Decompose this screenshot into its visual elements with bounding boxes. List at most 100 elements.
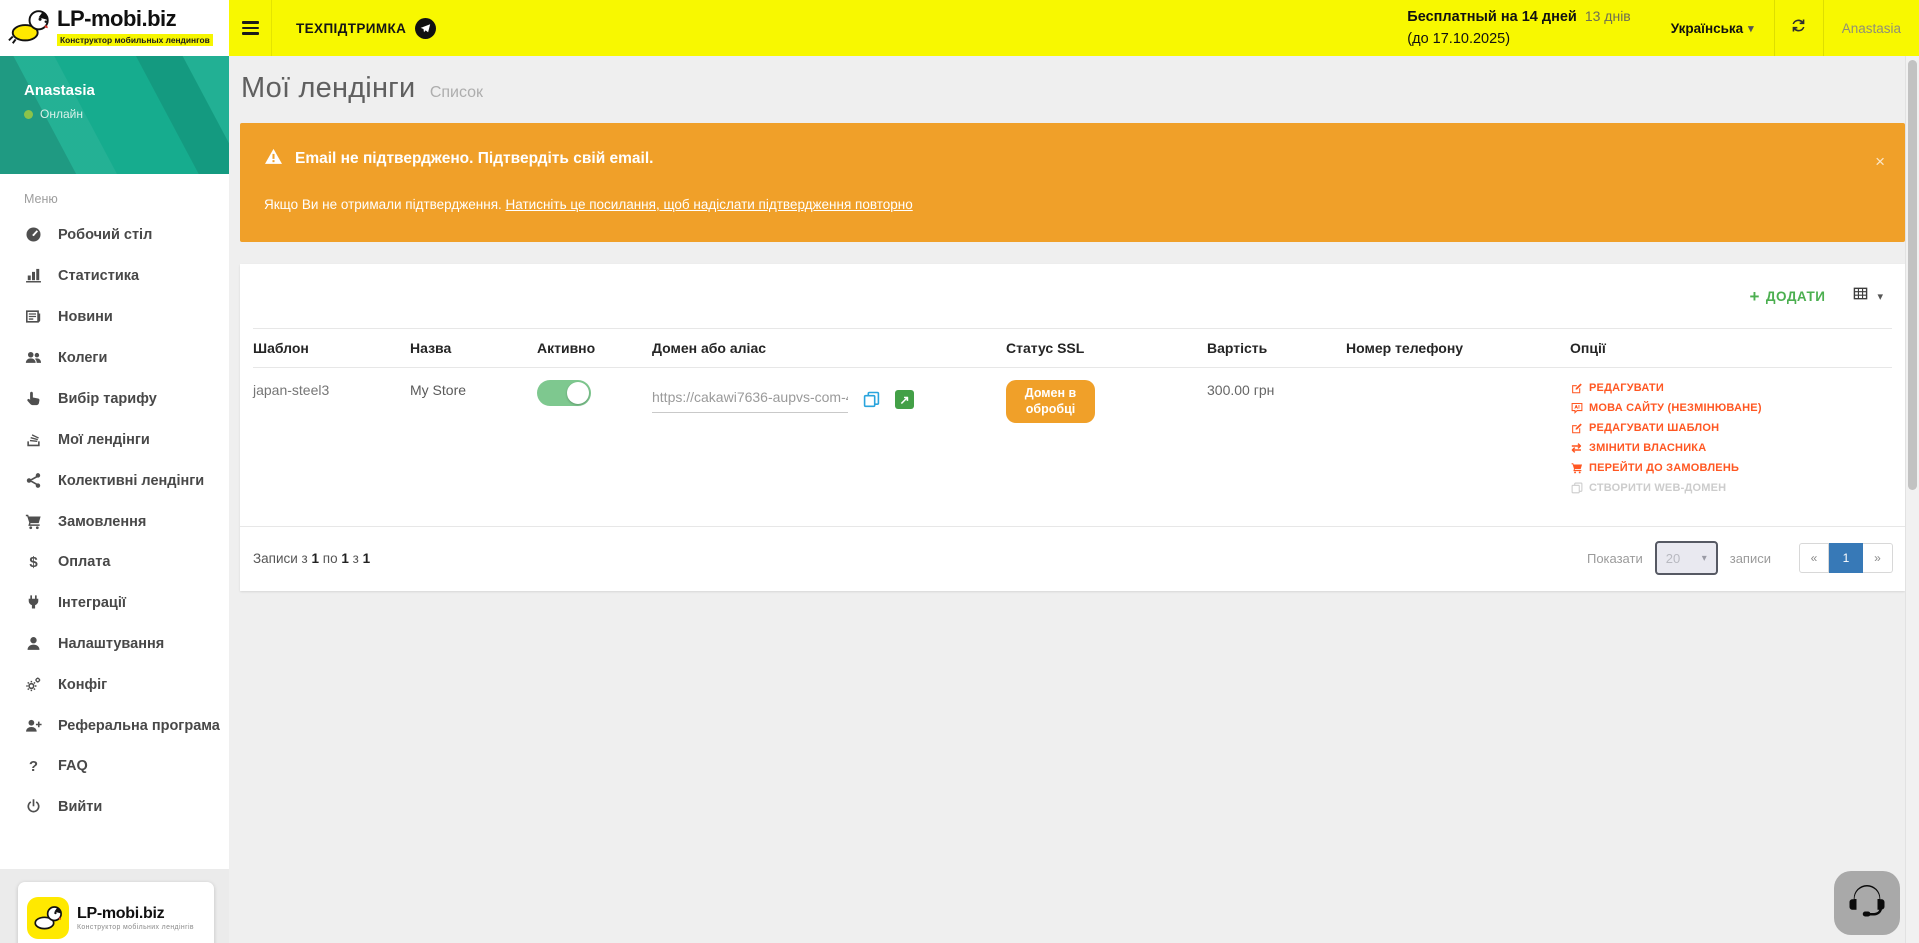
sidebar-item-referral[interactable]: Реферальна програма bbox=[0, 705, 229, 746]
show-label: Показати bbox=[1587, 551, 1643, 566]
columns-dropdown[interactable]: ▾ bbox=[1853, 286, 1883, 306]
topbar: LP-mobi.biz Конструктор мобильных лендин… bbox=[0, 0, 1919, 56]
col-header-phone: Номер телефону bbox=[1346, 340, 1570, 356]
plus-icon: + bbox=[1749, 288, 1759, 305]
prev-page-button[interactable]: « bbox=[1799, 543, 1829, 573]
dog-mascot-icon bbox=[7, 6, 53, 51]
records-label: записи bbox=[1730, 551, 1771, 566]
sidebar-item-settings[interactable]: Налаштування bbox=[0, 623, 229, 664]
sidebar-item-collective-landings[interactable]: Колективні лендінги bbox=[0, 460, 229, 501]
table-footer: Записи з 1 по 1 з 1 Показати 20 ▾ записи… bbox=[240, 526, 1905, 591]
close-icon[interactable]: × bbox=[1875, 153, 1885, 170]
open-site-button[interactable]: ↗ bbox=[895, 390, 914, 409]
sidebar-username: Anastasia bbox=[24, 82, 229, 99]
warning-icon bbox=[264, 148, 283, 170]
option-site-language[interactable]: МОВА САЙТУ (НЕЗМІНЮВАНЕ) bbox=[1570, 402, 1892, 414]
scrollbar-track[interactable] bbox=[1905, 56, 1919, 943]
sidebar-item-config[interactable]: Конфіг bbox=[0, 664, 229, 705]
sidebar-item-logout[interactable]: Вийти bbox=[0, 786, 229, 827]
chevron-down-icon: ▾ bbox=[1877, 290, 1883, 303]
stack-icon bbox=[24, 431, 43, 448]
sidebar-item-news[interactable]: Новини bbox=[0, 296, 229, 337]
sidebar-item-my-landings[interactable]: Мої лендінги bbox=[0, 419, 229, 460]
panel-toolbar: + ДОДАТИ ▾ bbox=[240, 264, 1905, 328]
sidebar-footer: LP-mobi.biz Конструктор мобільних лендін… bbox=[0, 869, 229, 943]
gears-icon bbox=[24, 676, 43, 693]
alert-title: Email не підтверджено. Підтвердіть свій … bbox=[295, 150, 653, 168]
col-header-options: Опції bbox=[1570, 340, 1892, 356]
support-chat-button[interactable] bbox=[1834, 871, 1900, 935]
sidebar: Anastasia Онлайн Меню Робочий стіл Стати… bbox=[0, 56, 229, 943]
resend-confirmation-link[interactable]: Натисніть це посилання, щоб надіслати пі… bbox=[506, 197, 913, 212]
support-label: ТЕХПІДТРИМКА bbox=[296, 21, 406, 36]
sidebar-item-statistics[interactable]: Статистика bbox=[0, 255, 229, 296]
sidebar-user-status: Онлайн bbox=[24, 107, 229, 121]
add-button[interactable]: + ДОДАТИ bbox=[1749, 288, 1825, 305]
landings-panel: + ДОДАТИ ▾ Шаблон Назва Активно Домен аб… bbox=[240, 264, 1905, 591]
cell-price: 300.00 грн bbox=[1207, 382, 1346, 398]
footer-brand-card: LP-mobi.biz Конструктор мобільних лендін… bbox=[18, 882, 214, 943]
edit-icon bbox=[1570, 422, 1583, 434]
col-header-price: Вартість bbox=[1207, 340, 1346, 356]
option-edit[interactable]: РЕДАГУВАТИ bbox=[1570, 382, 1892, 394]
active-toggle[interactable] bbox=[537, 380, 591, 406]
sidebar-menu: Меню Робочий стіл Статистика Новини Коле… bbox=[0, 174, 229, 869]
email-warning-alert: Email не підтверджено. Підтвердіть свій … bbox=[240, 123, 1905, 242]
sidebar-item-colleagues[interactable]: Колеги bbox=[0, 337, 229, 378]
hamburger-menu-icon[interactable] bbox=[229, 0, 271, 56]
table-header-row: Шаблон Назва Активно Домен або аліас Ста… bbox=[253, 328, 1892, 368]
language-dropdown[interactable]: Українська ▾ bbox=[1651, 21, 1774, 36]
sidebar-item-tariff[interactable]: Вибір тарифу bbox=[0, 378, 229, 419]
table-row: japan-steel3 My Store ↗ Домен в обробці … bbox=[253, 368, 1892, 526]
cart-icon bbox=[1570, 462, 1583, 474]
option-change-owner[interactable]: ⇄ ЗМІНИТИ ВЛАСНИКА bbox=[1570, 442, 1892, 454]
main-content: Мої лендінги Список Email не підтверджен… bbox=[229, 56, 1919, 943]
page-size-select[interactable]: 20 ▾ bbox=[1655, 541, 1718, 575]
option-edit-template[interactable]: РЕДАГУВАТИ ШАБЛОН bbox=[1570, 422, 1892, 434]
sidebar-item-orders[interactable]: Замовлення bbox=[0, 501, 229, 542]
brand-logo[interactable]: LP-mobi.biz Конструктор мобильных лендин… bbox=[0, 0, 229, 56]
share-icon bbox=[24, 472, 43, 489]
col-header-ssl: Статус SSL bbox=[1006, 340, 1207, 356]
col-header-name: Назва bbox=[410, 340, 537, 356]
option-go-to-orders[interactable]: ПЕРЕЙТИ ДО ЗАМОВЛЕНЬ bbox=[1570, 462, 1892, 474]
plug-icon bbox=[24, 594, 43, 611]
chevron-down-icon: ▾ bbox=[1702, 553, 1707, 564]
scrollbar-thumb[interactable] bbox=[1908, 60, 1917, 490]
sidebar-user-panel: Anastasia Онлайн bbox=[0, 56, 229, 174]
sidebar-item-faq[interactable]: ? FAQ bbox=[0, 746, 229, 786]
footer-brand-subtitle: Конструктор мобільних лендінгів bbox=[77, 924, 194, 931]
page-subtitle: Список bbox=[430, 84, 483, 101]
bar-chart-icon bbox=[24, 267, 43, 284]
refresh-button[interactable] bbox=[1775, 17, 1823, 39]
user-plus-icon bbox=[24, 717, 43, 734]
brand-title: LP-mobi.biz bbox=[57, 8, 213, 30]
table-grid-icon bbox=[1853, 286, 1868, 306]
page-title: Мої лендінги bbox=[241, 72, 415, 104]
support-link[interactable]: ТЕХПІДТРИМКА bbox=[271, 0, 460, 56]
dashboard-icon bbox=[24, 226, 43, 243]
landings-table: Шаблон Назва Активно Домен або аліас Ста… bbox=[240, 328, 1905, 526]
sidebar-item-dashboard[interactable]: Робочий стіл bbox=[0, 214, 229, 255]
dollar-icon: $ bbox=[24, 555, 43, 570]
plan-until: (до 17.10.2025) bbox=[1407, 29, 1630, 50]
sidebar-item-payment[interactable]: $ Оплата bbox=[0, 542, 229, 582]
app-icon bbox=[27, 897, 69, 939]
cart-icon bbox=[24, 513, 43, 530]
sidebar-item-integrations[interactable]: Інтеграції bbox=[0, 582, 229, 623]
plan-name: Бесплатный на 14 дней bbox=[1407, 9, 1577, 25]
copy-icon[interactable] bbox=[863, 391, 880, 411]
page-header: Мої лендінги Список bbox=[229, 56, 1919, 121]
question-icon: ? bbox=[24, 759, 43, 774]
row-options: РЕДАГУВАТИ МОВА САЙТУ (НЕЗМІНЮВАНЕ) РЕДА… bbox=[1570, 382, 1892, 494]
user-menu[interactable]: Anastasia bbox=[1824, 21, 1919, 36]
power-icon bbox=[24, 798, 43, 815]
hand-pointer-icon bbox=[24, 390, 43, 407]
records-info: Записи з 1 по 1 з 1 bbox=[253, 551, 370, 566]
headset-icon bbox=[1846, 881, 1888, 926]
page-button-1[interactable]: 1 bbox=[1829, 543, 1863, 573]
domain-input[interactable] bbox=[652, 388, 848, 413]
next-page-button[interactable]: » bbox=[1863, 543, 1893, 573]
user-icon bbox=[24, 635, 43, 652]
chevron-down-icon: ▾ bbox=[1748, 22, 1754, 35]
